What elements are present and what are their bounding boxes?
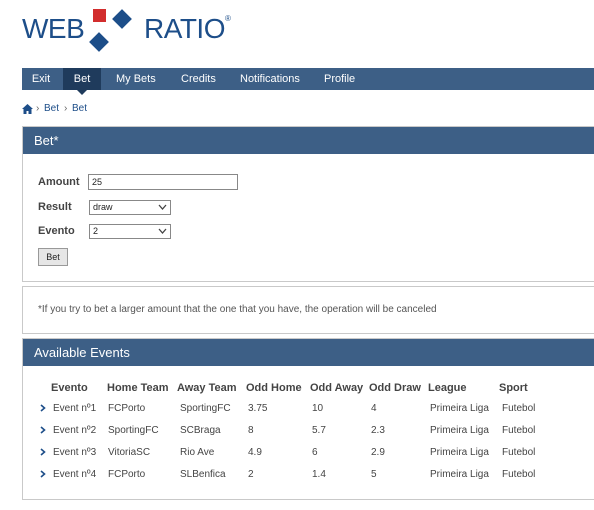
cell-odd-home: 2 xyxy=(248,469,254,480)
nav-item-bet[interactable]: Bet xyxy=(63,68,101,95)
cell-evento: Event nº4 xyxy=(53,469,97,480)
logo-blue-square xyxy=(89,32,109,52)
evento-select[interactable]: 2 xyxy=(89,224,171,239)
cell-league: Primeira Liga xyxy=(430,403,489,414)
cell-home-team: VitoriaSC xyxy=(108,447,151,458)
col-header-odd-draw: Odd Draw xyxy=(369,382,421,394)
nav-item-bet-label: Bet xyxy=(73,73,91,85)
breadcrumb: › Bet › Bet xyxy=(22,103,222,115)
chevron-down-icon xyxy=(158,228,167,234)
chevron-right-icon[interactable] xyxy=(40,470,46,478)
home-icon[interactable] xyxy=(22,104,33,114)
chevron-right-icon[interactable] xyxy=(40,426,46,434)
cell-sport: Futebol xyxy=(502,425,536,436)
logo-red-square xyxy=(93,9,106,22)
nav-item-exit[interactable]: Exit xyxy=(22,68,60,90)
cell-sport: Futebol xyxy=(502,447,536,458)
cell-odd-home: 3.75 xyxy=(248,403,268,414)
cell-away-team: SCBraga xyxy=(180,425,221,436)
logo-text-ratio: RATIO xyxy=(144,13,225,44)
logo-text-web: WEB xyxy=(22,13,85,44)
cell-odd-home: 8 xyxy=(248,425,254,436)
result-label: Result xyxy=(38,201,72,213)
evento-select-value: 2 xyxy=(93,226,99,236)
nav-item-notifications[interactable]: Notifications xyxy=(240,68,300,90)
logo-blue-square xyxy=(112,9,132,29)
bet-panel-title: Bet* xyxy=(23,127,594,154)
cell-away-team: Rio Ave xyxy=(180,447,215,458)
events-panel: Available Events Evento Home Team Away T… xyxy=(22,338,594,500)
breadcrumb-separator: › xyxy=(36,103,40,114)
nav-item-profile[interactable]: Profile xyxy=(324,68,355,90)
cell-odd-away: 10 xyxy=(312,403,324,414)
events-table: Evento Home Team Away Team Odd Home Odd … xyxy=(23,366,594,498)
cell-evento: Event nº1 xyxy=(53,403,97,414)
cell-evento: Event nº2 xyxy=(53,425,97,436)
evento-label: Evento xyxy=(38,225,75,237)
cell-odd-draw: 2.9 xyxy=(371,447,385,458)
breadcrumb-link-bet[interactable]: Bet xyxy=(44,103,59,114)
events-panel-title: Available Events xyxy=(23,339,594,366)
cell-sport: Futebol xyxy=(502,469,536,480)
col-header-away-team: Away Team xyxy=(177,382,237,394)
cell-league: Primeira Liga xyxy=(430,425,489,436)
amount-input[interactable]: 25 xyxy=(88,174,238,190)
cell-odd-away: 5.7 xyxy=(312,425,326,436)
cell-odd-draw: 5 xyxy=(371,469,377,480)
cell-odd-away: 6 xyxy=(312,447,318,458)
cell-home-team: FCPorto xyxy=(108,403,146,414)
cell-odd-away: 1.4 xyxy=(312,469,326,480)
chevron-right-icon[interactable] xyxy=(40,404,46,412)
bet-panel: Bet* Amount 25 Result draw Evento 2 Bet xyxy=(22,126,594,282)
chevron-down-icon xyxy=(158,204,167,210)
logo-registered-mark: ® xyxy=(225,14,231,23)
note-panel: *If you try to bet a larger amount that … xyxy=(22,286,594,334)
col-header-home-team: Home Team xyxy=(107,382,169,394)
cell-home-team: SportingFC xyxy=(108,425,159,436)
amount-label: Amount xyxy=(38,176,80,188)
result-select[interactable]: draw xyxy=(89,200,171,215)
cell-league: Primeira Liga xyxy=(430,447,489,458)
col-header-odd-home: Odd Home xyxy=(246,382,302,394)
nav-item-my-bets[interactable]: My Bets xyxy=(116,68,156,90)
breadcrumb-current-bet: Bet xyxy=(72,103,88,114)
cell-home-team: FCPorto xyxy=(108,469,146,480)
col-header-evento: Evento xyxy=(51,382,88,394)
cell-away-team: SLBenfica xyxy=(180,469,226,480)
cell-odd-draw: 2.3 xyxy=(371,425,385,436)
cell-odd-home: 4.9 xyxy=(248,447,262,458)
active-caret-icon xyxy=(77,90,87,95)
bet-submit-button[interactable]: Bet xyxy=(38,248,68,266)
cell-sport: Futebol xyxy=(502,403,536,414)
col-header-league: League xyxy=(428,382,467,394)
chevron-right-icon[interactable] xyxy=(40,448,46,456)
col-header-odd-away: Odd Away xyxy=(310,382,364,394)
col-header-sport: Sport xyxy=(499,382,528,394)
result-select-value: draw xyxy=(93,202,113,212)
webratio-logo: WEB RATIO ® xyxy=(22,4,262,62)
cell-odd-draw: 4 xyxy=(371,403,377,414)
main-navbar: Exit Bet My Bets Credits Notifications P… xyxy=(22,68,594,95)
cell-evento: Event nº3 xyxy=(53,447,97,458)
bet-limit-note: *If you try to bet a larger amount that … xyxy=(38,304,437,315)
nav-item-credits[interactable]: Credits xyxy=(181,68,216,90)
cell-away-team: SportingFC xyxy=(180,403,231,414)
cell-league: Primeira Liga xyxy=(430,469,489,480)
breadcrumb-separator: › xyxy=(64,103,68,114)
